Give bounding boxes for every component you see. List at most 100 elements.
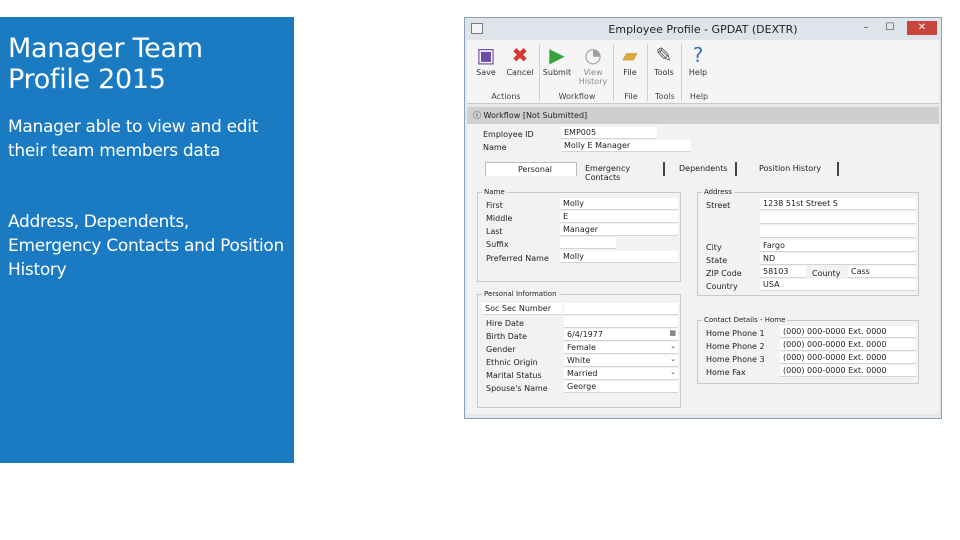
- employee-name-field[interactable]: Molly E Manager: [561, 140, 691, 152]
- calendar-icon[interactable]: ▦: [669, 329, 676, 337]
- contact-details-group-title: Contact Details - Home: [702, 316, 788, 324]
- save-label: Save: [476, 68, 496, 77]
- birth-date-value: 6/4/1977: [567, 330, 603, 339]
- marital-status-label: Marital Status: [486, 371, 542, 380]
- ribbon-group-file: File: [624, 92, 638, 101]
- tab-personal-label: Personal: [518, 165, 553, 174]
- spouse-name-field[interactable]: George: [564, 381, 678, 393]
- country-field[interactable]: USA: [760, 279, 916, 291]
- save-button[interactable]: ▣ Save: [471, 44, 501, 77]
- ribbon-group-tools: Tools: [655, 92, 675, 101]
- hire-date-field[interactable]: [564, 316, 678, 328]
- tools-menu-button[interactable]: ✎ Tools: [649, 44, 679, 77]
- suffix-field[interactable]: [560, 237, 616, 249]
- ribbon-separator: [647, 44, 648, 101]
- tab-emergency-contacts[interactable]: Emergency Contacts: [579, 162, 665, 182]
- help-question-icon: ?: [692, 43, 704, 67]
- marital-status-select[interactable]: Married ⌄: [564, 368, 678, 380]
- tab-bar: Personal Emergency Contacts Dependents P…: [485, 162, 839, 182]
- chevron-down-icon: ⌄: [670, 342, 676, 350]
- floppy-disk-icon: ▣: [476, 43, 496, 67]
- para1-line2: their team members data: [8, 141, 220, 161]
- ribbon-separator: [539, 44, 540, 101]
- ssn-label: Soc Sec Number: [482, 303, 562, 315]
- slide-paragraph-1: Manager able to view and edit their team…: [8, 115, 286, 163]
- gender-label: Gender: [486, 345, 516, 354]
- country-label: Country: [706, 282, 738, 291]
- ribbon-group-help: Help: [689, 92, 709, 101]
- help-menu-button[interactable]: ? Help: [683, 44, 713, 77]
- ribbon-toolbar: ▣ Save ✖ Cancel ▶ Submit ◔ View History …: [467, 40, 939, 104]
- home-fax-field[interactable]: (000) 000-0000 Ext. 0000: [780, 365, 916, 377]
- address-group-title: Address: [702, 188, 734, 196]
- workflow-status-text: Workflow [Not Submitted]: [483, 111, 588, 120]
- home-phone-3-label: Home Phone 3: [706, 355, 765, 364]
- tab-personal[interactable]: Personal: [485, 162, 577, 176]
- ethnic-origin-value: White: [567, 356, 591, 365]
- employee-form: Employee ID EMP005 Name Molly E Manager …: [467, 124, 939, 414]
- last-name-field[interactable]: Manager: [560, 224, 678, 236]
- employee-id-label: Employee ID: [483, 130, 534, 139]
- county-field[interactable]: Cass: [848, 266, 916, 278]
- cancel-label: Cancel: [506, 68, 534, 77]
- name-group-title: Name: [482, 188, 507, 196]
- home-phone-1-label: Home Phone 1: [706, 329, 765, 338]
- ssn-field[interactable]: [564, 303, 678, 315]
- marital-status-value: Married: [567, 369, 598, 378]
- birth-date-field[interactable]: 6/4/1977 ▦: [564, 329, 678, 341]
- tools-label: Tools: [654, 68, 674, 77]
- ethnic-origin-select[interactable]: White ⌄: [564, 355, 678, 367]
- cancel-button[interactable]: ✖ Cancel: [505, 44, 535, 77]
- minimize-button[interactable]: –: [855, 21, 877, 35]
- zip-code-field[interactable]: 58103: [760, 266, 806, 278]
- wrench-icon: ✎: [655, 43, 673, 67]
- employee-name-label: Name: [483, 143, 507, 152]
- name-group: Name First Molly Middle E Last Manager S…: [477, 188, 681, 282]
- preferred-name-field[interactable]: Molly: [560, 251, 678, 263]
- ribbon-group-actions: Actions: [491, 92, 521, 101]
- home-phone-2-field[interactable]: (000) 000-0000 Ext. 0000: [780, 339, 916, 351]
- birth-date-label: Birth Date: [486, 332, 527, 341]
- history-icon: ◔: [584, 43, 602, 67]
- help-label: Help: [688, 68, 708, 77]
- slide-text-panel: Manager Team Profile 2015 Manager able t…: [0, 17, 294, 463]
- submit-button[interactable]: ▶ Submit: [542, 44, 572, 77]
- ribbon-separator: [613, 44, 614, 101]
- maximize-button[interactable]: ☐: [879, 21, 901, 35]
- state-field[interactable]: ND: [760, 253, 916, 265]
- ribbon-group-workflow: Workflow: [558, 92, 596, 101]
- city-field[interactable]: Fargo: [760, 240, 916, 252]
- gender-select[interactable]: Female ⌄: [564, 342, 678, 354]
- zip-code-label: ZIP Code: [706, 269, 742, 278]
- view-history-label: View History: [578, 68, 608, 86]
- gender-value: Female: [567, 343, 596, 352]
- home-phone-1-field[interactable]: (000) 000-0000 Ext. 0000: [780, 326, 916, 338]
- chevron-down-icon: ⌄: [670, 355, 676, 363]
- spouse-name-label: Spouse's Name: [486, 384, 548, 393]
- employee-id-field[interactable]: EMP005: [561, 127, 657, 139]
- home-phone-3-field[interactable]: (000) 000-0000 Ext. 0000: [780, 352, 916, 364]
- slide-title: Manager Team Profile 2015: [8, 33, 286, 95]
- close-button[interactable]: ✕: [907, 21, 937, 35]
- personal-information-group: Personal Information Soc Sec Number Hire…: [477, 290, 681, 408]
- tab-position-history[interactable]: Position History: [753, 162, 839, 176]
- slide-title-line1: Manager Team: [8, 33, 203, 64]
- last-name-label: Last: [486, 227, 503, 236]
- street-field[interactable]: 1238 51st Street S: [760, 198, 916, 210]
- view-history-button[interactable]: ◔ View History: [575, 44, 611, 86]
- home-phone-2-label: Home Phone 2: [706, 342, 765, 351]
- para2-line3: History: [8, 260, 67, 280]
- file-label: File: [623, 68, 637, 77]
- first-name-field[interactable]: Molly: [560, 198, 678, 210]
- hire-date-label: Hire Date: [486, 319, 524, 328]
- file-menu-button[interactable]: ▰ File: [615, 44, 645, 77]
- employee-profile-window: Employee Profile - GPDAT (DEXTR) – ☐ ✕ ▣…: [464, 17, 942, 419]
- workflow-status-bar: ⓘ Workflow [Not Submitted]: [467, 107, 939, 124]
- street-line3-field[interactable]: [760, 226, 916, 238]
- middle-name-field[interactable]: E: [560, 211, 678, 223]
- chevron-down-icon: ⌄: [670, 368, 676, 376]
- contact-details-group: Contact Details - Home Home Phone 1 (000…: [697, 316, 919, 384]
- tab-dependents[interactable]: Dependents: [673, 162, 737, 176]
- cancel-x-icon: ✖: [511, 43, 529, 67]
- street-line2-field[interactable]: [760, 212, 916, 224]
